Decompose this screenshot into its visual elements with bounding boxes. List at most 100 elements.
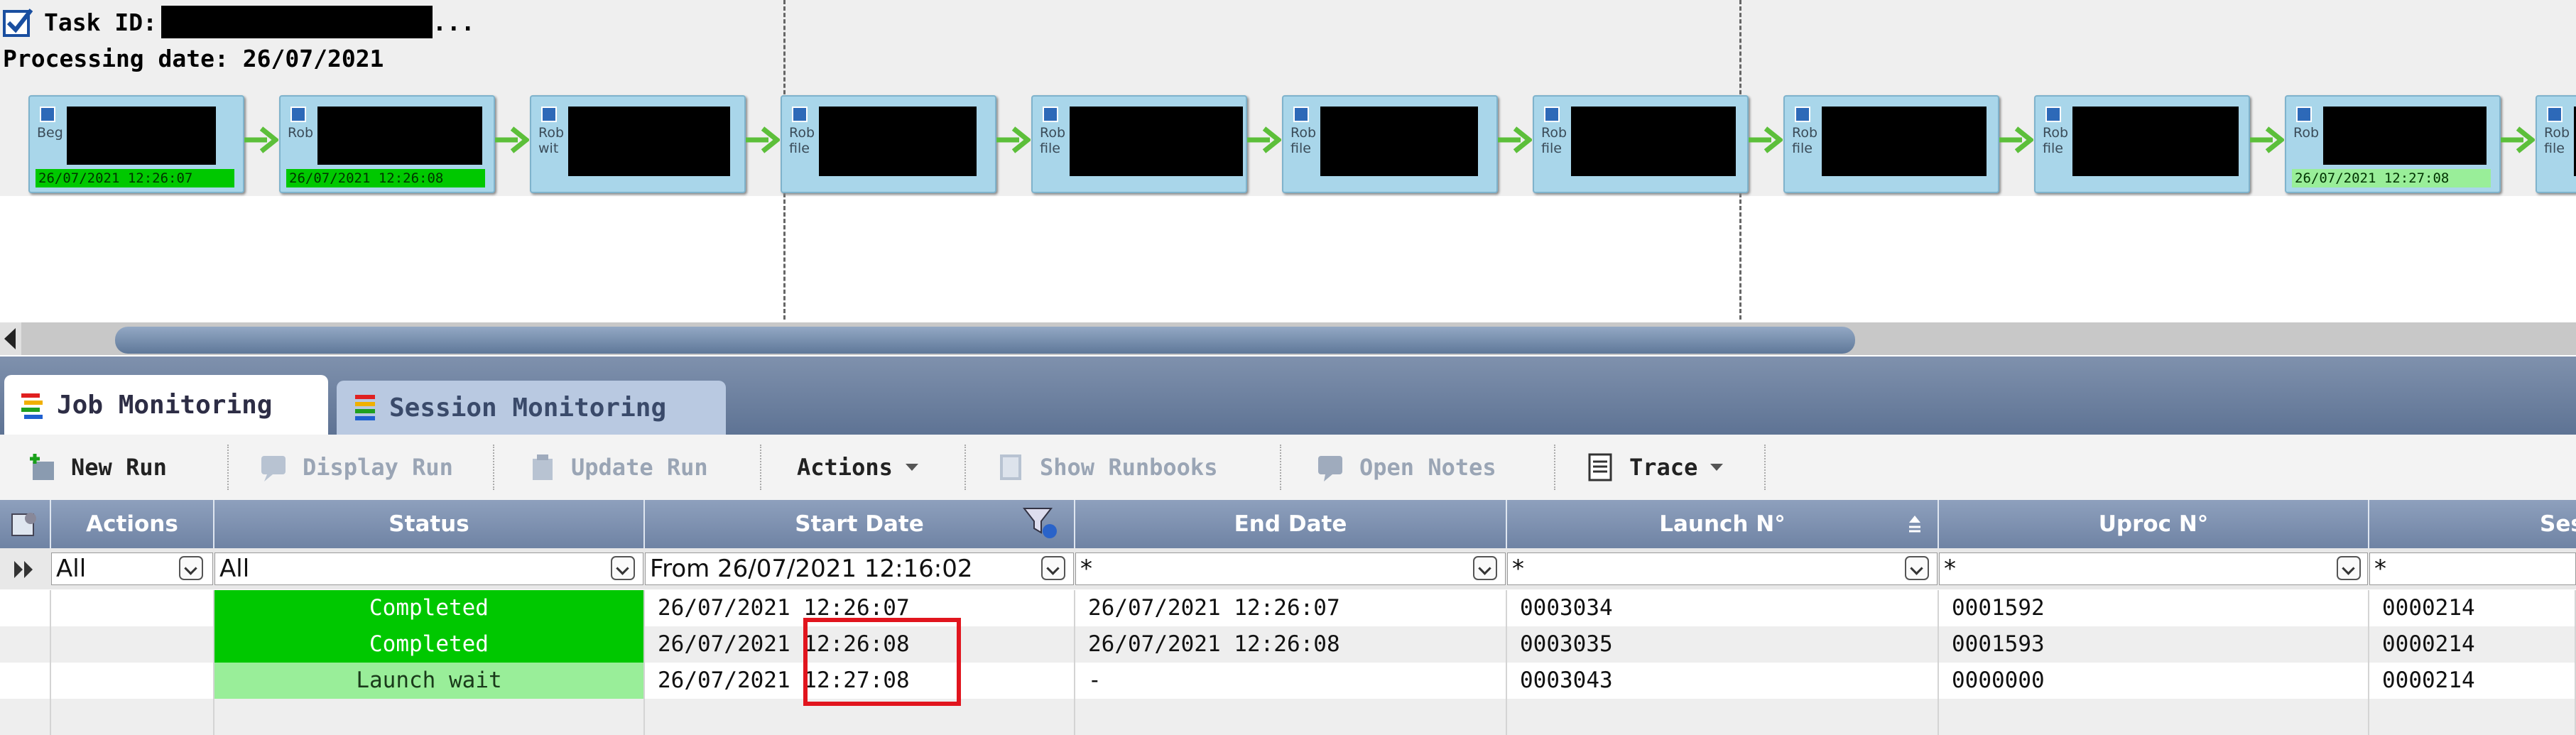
redacted-node-name [819,107,977,176]
toolbar-separator [1764,445,1766,490]
row-expander [0,663,51,699]
filter-end-date[interactable]: * [1075,552,1506,585]
open-notes-button[interactable]: Open Notes [1315,452,1496,483]
redacted-node-name [2072,107,2239,176]
flow-node[interactable]: Rob wit [530,95,746,193]
actions-dropdown-button[interactable]: Actions [797,452,921,483]
task-id-line: Task ID: ... [3,4,475,40]
trace-dropdown-button[interactable]: Trace [1585,452,1726,483]
flow-node[interactable]: Rob file [2536,95,2576,193]
uproc-no-cell [1939,699,2369,735]
column-header-end-date[interactable]: End Date [1075,500,1507,548]
column-settings-button[interactable] [0,500,51,548]
flow-node[interactable]: Rob 26/07/2021 12:27:08 [2285,95,2501,193]
actions-label: Actions [797,454,893,481]
show-runbooks-label: Show Runbooks [1040,454,1218,481]
flow-arrow-icon [244,126,278,153]
node-timestamp: 26/07/2021 12:26:07 [36,169,234,187]
filter-uproc-no-dropdown[interactable] [2337,556,2361,580]
scroll-left-arrow-icon[interactable] [0,322,21,355]
redacted-node-name [1320,107,1478,176]
fast-forward-icon[interactable] [10,555,38,584]
display-run-button[interactable]: Display Run [259,452,453,483]
column-header-start-date[interactable]: Start Date [645,500,1075,548]
flow-node[interactable]: Rob file [781,95,996,193]
flow-arrow-icon [495,126,529,153]
job-flow-diagram: Task ID: ... Processing date: 26/07/2021… [0,0,2576,320]
column-header-status[interactable]: Status [214,500,645,548]
node-label: Rob wit [538,125,565,156]
filter-funnel-icon[interactable] [1023,506,1061,541]
table-row[interactable]: Completed 26/07/2021 12:26:08 26/07/2021 1… [0,626,2576,663]
toolbar-separator [1554,445,1555,490]
toolbar-separator [493,445,494,490]
row-actions [51,663,214,699]
node-label: Beg [37,125,63,141]
table-row[interactable]: Launch wait 26/07/2021 12:27:08-0003043 00… [0,663,2576,699]
flow-node[interactable]: Rob file [1282,95,1498,193]
session-cell: 0000214 [2369,590,2576,626]
filter-end-date-dropdown[interactable] [1473,556,1497,580]
open-notes-label: Open Notes [1359,454,1496,481]
job-node-icon [2296,107,2312,122]
filter-uproc-no[interactable]: * [1939,552,2368,585]
column-header-actions[interactable]: Actions [51,500,214,548]
redacted-node-name [1070,107,1243,176]
table-row[interactable] [0,699,2576,735]
toolbar: New Run Display Run Update Run Actions S… [0,435,2576,501]
filter-session[interactable]: * [2369,552,2576,585]
tab-label: Session Monitoring [389,393,667,423]
node-timestamp: 26/07/2021 12:27:08 [2292,169,2491,187]
end-date-cell: - [1075,663,1507,699]
status-cell: Completed [214,590,645,626]
node-label: Rob file [1040,125,1066,156]
job-monitoring-icon [21,393,43,419]
column-header-session[interactable]: Sess [2369,500,2576,548]
status-cell [214,699,645,735]
node-label: Rob [288,125,314,141]
row-actions [51,590,214,626]
flow-node[interactable]: Rob 26/07/2021 12:26:08 [279,95,495,193]
column-header-uproc-no[interactable]: Uproc N° [1939,500,2369,548]
redacted-task-id [161,6,433,38]
scrollbar-thumb[interactable] [115,327,1855,354]
job-node-icon [541,107,557,122]
processing-date: Processing date: 26/07/2021 [3,44,384,72]
flow-node[interactable]: Rob file [1031,95,1247,193]
column-header-launch-no[interactable]: Launch N° [1507,500,1939,548]
filter-actions-dropdown[interactable] [179,556,203,580]
filter-status[interactable]: All [214,552,643,585]
tab-session-monitoring[interactable]: Session Monitoring [337,381,726,435]
filter-start-date-dropdown[interactable] [1041,556,1065,580]
session-cell: 0000214 [2369,663,2576,699]
filter-launch-no[interactable]: * [1507,552,1938,585]
table-row[interactable]: Completed 26/07/2021 12:26:07 26/07/2021 1… [0,590,2576,626]
redacted-node-name [317,107,482,165]
redacted-node-name [67,107,216,165]
grid-header-row: Actions Status Start Date End Date Launc… [0,500,2576,548]
flow-node[interactable]: Rob file [1533,95,1749,193]
filter-status-dropdown[interactable] [611,556,635,580]
flow-node[interactable]: Rob file [1783,95,1999,193]
sort-ascending-icon [1909,516,1920,533]
update-run-button[interactable]: Update Run [527,452,708,483]
filter-start-date[interactable]: From 26/07/2021 12:16:02 [645,552,1074,585]
row-actions [51,699,214,735]
node-label: Rob file [2544,125,2570,156]
new-run-button[interactable]: New Run [27,452,167,483]
tab-job-monitoring[interactable]: Job Monitoring [4,375,328,435]
update-run-icon [533,454,553,480]
toolbar-separator [964,445,966,490]
filter-launch-no-dropdown[interactable] [1905,556,1929,580]
row-expander [0,590,51,626]
launch-no-cell [1507,699,1939,735]
column-settings-icon [11,513,36,536]
show-runbooks-button[interactable]: Show Runbooks [996,452,1217,483]
node-timestamp: 26/07/2021 12:26:08 [286,169,485,187]
flow-node[interactable]: Rob file [2034,95,2250,193]
flow-arrow-icon [1749,126,1783,153]
task-checkbox-icon [3,9,33,37]
display-run-icon [261,456,286,481]
flow-node[interactable]: Beg 26/07/2021 12:26:07 [28,95,244,193]
job-node-icon [1544,107,1560,122]
